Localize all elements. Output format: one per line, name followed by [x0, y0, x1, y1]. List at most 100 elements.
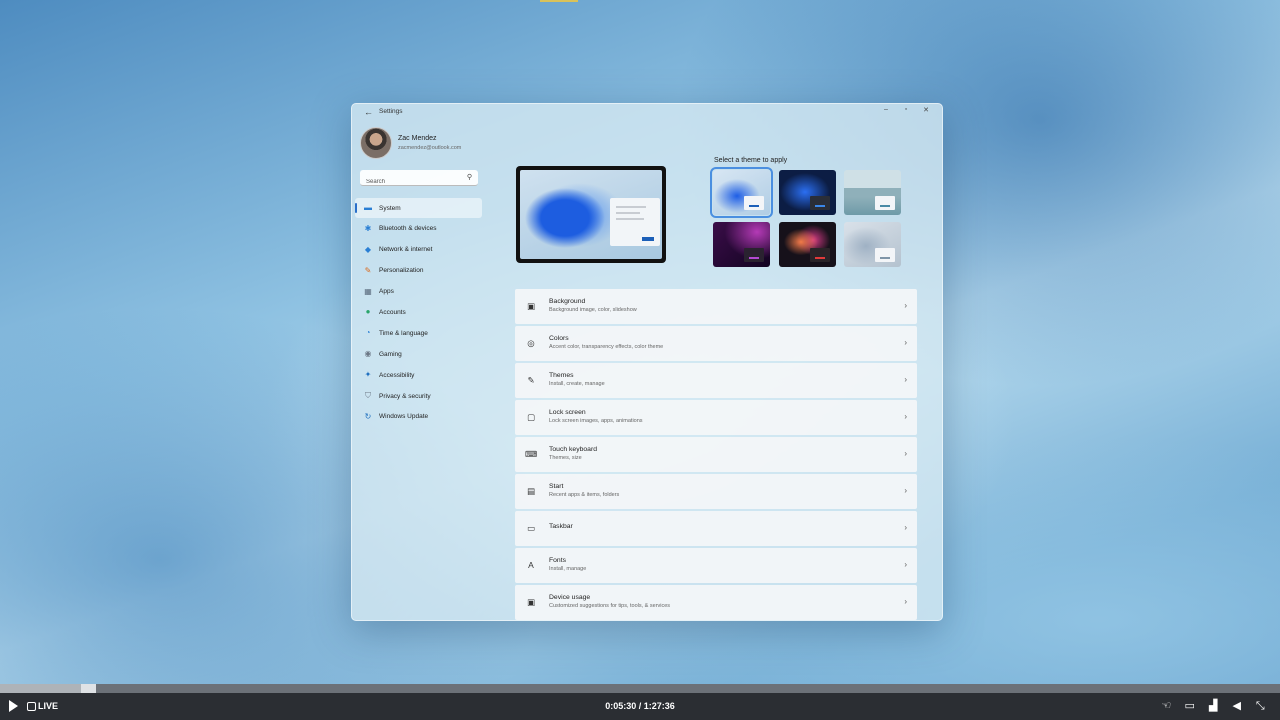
close-button[interactable]: ✕: [916, 106, 936, 114]
title-bar: ← Settings – ▫ ✕: [352, 104, 942, 120]
setting-text: Background Background image, color, slide…: [549, 298, 637, 313]
search-icon[interactable]: ⚲: [467, 173, 472, 181]
sidebar-item-gaming[interactable]: ◉ Gaming: [355, 344, 482, 364]
theme-glow[interactable]: [844, 170, 901, 215]
sidebar-item-windows-update[interactable]: ↻ Windows Update: [355, 407, 482, 427]
theme-chip: [810, 196, 830, 210]
sidebar-item-label: Gaming: [379, 350, 402, 358]
setting-text: Colors Accent color, transparency effects…: [549, 335, 663, 350]
seek-bar[interactable]: [0, 684, 1280, 693]
gaming-icon: ◉: [364, 349, 372, 359]
setting-text: Device usage Customized suggestions for t…: [549, 594, 670, 609]
back-arrow-icon[interactable]: ←: [364, 107, 373, 117]
setting-themes[interactable]: ✎ Themes Install, create, manage ›: [515, 363, 917, 398]
setting-colors[interactable]: ◎ Colors Accent color, transparency effect…: [515, 326, 917, 361]
setting-title: Start: [549, 483, 564, 490]
setting-text: Start Recent apps & items, folders: [549, 483, 619, 498]
profile-text: Zac Mendez zacmendez@outlook.com: [398, 135, 461, 151]
setting-title: Taskbar: [549, 523, 573, 530]
chevron-right-icon: ›: [904, 449, 907, 458]
preview-line: [616, 206, 646, 208]
preview-line: [616, 218, 644, 220]
setting-title: Themes: [549, 372, 574, 379]
theme-windows-light[interactable]: [710, 167, 773, 218]
seek-bar-played: [0, 684, 81, 693]
volume-icon[interactable]: ◀: [1225, 698, 1249, 715]
setting-start[interactable]: ▤ Start Recent apps & items, folders ›: [515, 474, 917, 509]
setting-subtitle: Customized suggestions for tips, tools, …: [549, 603, 671, 609]
time-language-icon: ◔: [365, 328, 371, 338]
theme-chip: [875, 248, 895, 262]
sidebar-item-system[interactable]: ▬ System: [355, 198, 482, 218]
seek-handle[interactable]: [81, 684, 96, 693]
personalization-icon: ✎: [364, 265, 372, 275]
cast-icon[interactable]: ▭: [1178, 698, 1202, 715]
background-icon: ▣: [526, 301, 536, 311]
player-right-controls: ☜ ▭ ▟ ◀ ⤡: [1155, 698, 1273, 715]
player-controls: LIVE 0:05:30 / 1:27:36 ☜ ▭ ▟ ◀ ⤡: [0, 693, 1280, 720]
preview-screen: [520, 170, 662, 259]
setting-subtitle: Install, manage: [549, 566, 587, 572]
theme-heading: Select a theme to apply: [714, 157, 788, 164]
sidebar-item-label: Accounts: [379, 308, 406, 316]
settings-window: ← Settings – ▫ ✕ Zac Mendez zacmendez@ou…: [351, 103, 943, 621]
start-icon: ▤: [526, 486, 536, 496]
theme-flow[interactable]: [779, 222, 836, 267]
user-profile[interactable]: Zac Mendez zacmendez@outlook.com: [360, 127, 461, 159]
setting-taskbar[interactable]: ▭ Taskbar ›: [515, 511, 917, 546]
sidebar-item-network-internet[interactable]: ◆ Network & internet: [355, 240, 482, 260]
user-email: zacmendez@outlook.com: [398, 145, 462, 151]
playback-time: 0:05:30 / 1:27:36: [605, 701, 675, 711]
theme-chip: [744, 248, 764, 262]
theme-sunrise[interactable]: [844, 222, 901, 267]
sidebar-item-label: Network & internet: [379, 246, 433, 254]
setting-device-usage[interactable]: ▣ Device usage Customized suggestions for …: [515, 585, 917, 620]
personalization-settings-list: ▣ Background Background image, color, slid…: [515, 289, 917, 620]
setting-text: Lock screen Lock screen images, apps, ani…: [549, 409, 643, 424]
lock-screen-icon: ▢: [526, 412, 536, 422]
chevron-right-icon: ›: [904, 560, 907, 569]
search-box[interactable]: ⚲: [360, 170, 478, 190]
search-input[interactable]: [360, 174, 478, 190]
theme-chip: [875, 196, 895, 210]
sidebar-item-accounts[interactable]: ● Accounts: [355, 302, 482, 322]
touch-keyboard-icon: ⌨: [525, 449, 538, 459]
sidebar-item-bluetooth-devices[interactable]: ✱ Bluetooth & devices: [355, 219, 482, 239]
setting-background[interactable]: ▣ Background Background image, color, slid…: [515, 289, 917, 324]
themes-icon: ✎: [527, 375, 535, 385]
sidebar-item-label: Windows Update: [379, 413, 429, 421]
maximize-button[interactable]: ▫: [896, 106, 916, 114]
setting-subtitle: Lock screen images, apps, animations: [549, 418, 643, 424]
quality-icon[interactable]: ▟: [1202, 698, 1226, 715]
sidebar-item-privacy-security[interactable]: ⛉ Privacy & security: [355, 386, 482, 406]
setting-title: Touch keyboard: [549, 446, 597, 453]
sidebar-item-label: Time & language: [379, 329, 428, 337]
sidebar-item-label: System: [379, 204, 401, 212]
sign-language-icon[interactable]: ☜: [1155, 698, 1179, 715]
setting-title: Fonts: [549, 557, 566, 564]
sidebar-item-apps[interactable]: ▦ Apps: [355, 282, 482, 302]
apps-icon: ▦: [364, 286, 372, 296]
theme-preview: [516, 166, 666, 263]
setting-touch-keyboard[interactable]: ⌨ Touch keyboard Themes, size ›: [515, 437, 917, 472]
sidebar-item-personalization[interactable]: ✎ Personalization: [355, 261, 482, 281]
avatar[interactable]: [360, 127, 392, 159]
sidebar-item-accessibility[interactable]: ✦ Accessibility: [355, 365, 482, 385]
expand-icon[interactable]: ⤡: [1249, 698, 1273, 715]
user-name: Zac Mendez: [398, 135, 437, 142]
setting-title: Background: [549, 298, 586, 305]
sidebar-item-time-language[interactable]: ◔ Time & language: [355, 323, 482, 343]
theme-windows-dark[interactable]: [779, 170, 836, 215]
taskbar-icon: ▭: [526, 523, 536, 533]
setting-fonts[interactable]: A Fonts Install, manage ›: [515, 548, 917, 583]
minimize-button[interactable]: –: [876, 106, 896, 114]
fonts-icon: A: [528, 560, 534, 570]
chevron-right-icon: ›: [904, 412, 907, 421]
chevron-right-icon: ›: [904, 301, 907, 310]
setting-lock-screen[interactable]: ▢ Lock screen Lock screen images, apps, an…: [515, 400, 917, 435]
setting-subtitle: Install, create, manage: [549, 381, 605, 387]
setting-title: Colors: [549, 335, 569, 342]
setting-text: Taskbar: [549, 523, 573, 532]
theme-captured-motion[interactable]: [713, 222, 770, 267]
setting-subtitle: Themes, size: [549, 455, 582, 461]
